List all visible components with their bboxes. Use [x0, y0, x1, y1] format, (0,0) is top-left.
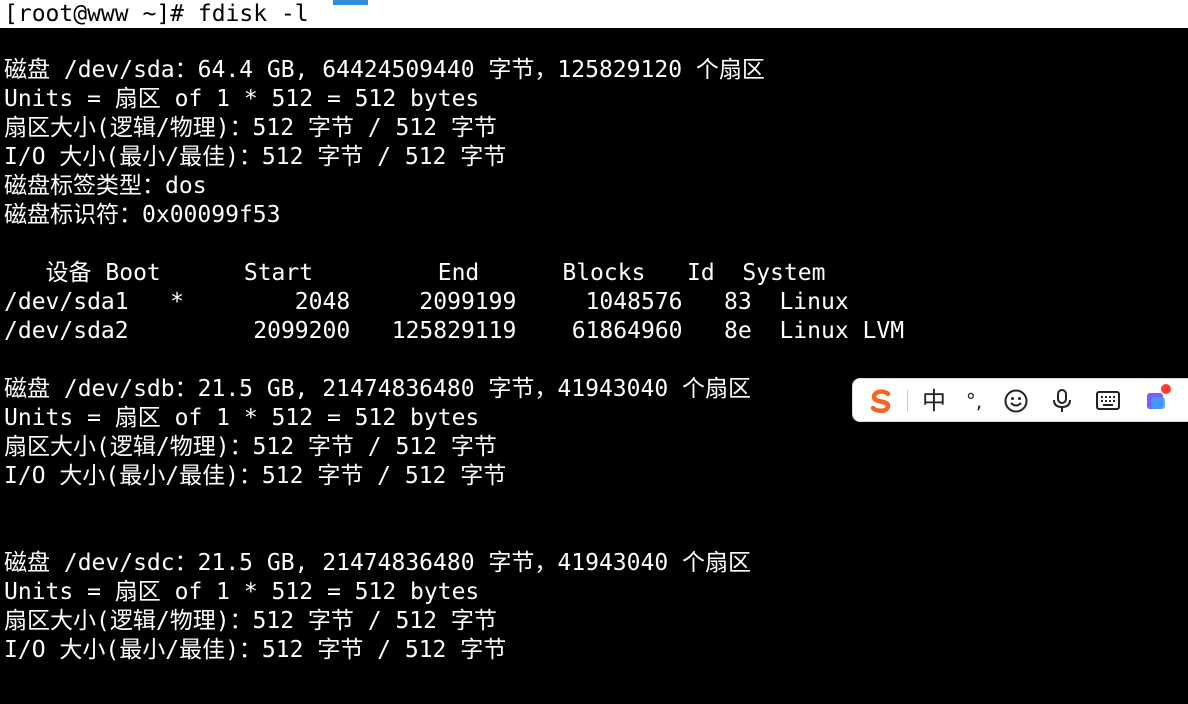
microphone-icon[interactable]: [1045, 379, 1079, 423]
selection-marker: [333, 0, 368, 5]
disk-sdc-units: Units = 扇区 of 1 * 512 = 512 bytes: [4, 579, 480, 605]
terminal-window[interactable]: [root@www ~]# fdisk -l 磁盘 /dev/sda：64.4 …: [0, 0, 1188, 704]
disk-sdc-io-size: I/O 大小(最小/最佳)：512 字节 / 512 字节: [4, 637, 507, 663]
partition-table-header: 设备 Boot Start End Blocks Id System: [4, 260, 826, 286]
disk-sda-label-type: 磁盘标签类型：dos: [4, 173, 207, 199]
disk-sdc-header: 磁盘 /dev/sdc：21.5 GB, 21474836480 字节，4194…: [4, 550, 752, 576]
disk-sda-header: 磁盘 /dev/sda：64.4 GB, 64424509440 字节，1258…: [4, 57, 765, 83]
punctuation-toggle[interactable]: °,: [957, 379, 991, 423]
disk-sda-sector-size: 扇区大小(逻辑/物理)：512 字节 / 512 字节: [4, 115, 497, 141]
prompt-text: [root@www ~]# fdisk -l: [4, 1, 309, 27]
keyboard-icon[interactable]: [1091, 379, 1125, 423]
toolbar-divider: [907, 390, 908, 412]
chinese-mode-toggle[interactable]: 中: [917, 379, 951, 423]
disk-sdc-sector-size: 扇区大小(逻辑/物理)：512 字节 / 512 字节: [4, 608, 497, 634]
disk-sdb-io-size: I/O 大小(最小/最佳)：512 字节 / 512 字节: [4, 463, 507, 489]
disk-sda-identifier: 磁盘标识符：0x00099f53: [4, 202, 281, 228]
disk-sda-io-size: I/O 大小(最小/最佳)：512 字节 / 512 字节: [4, 144, 507, 170]
partition-row-sda2: /dev/sda2 2099200 125829119 61864960 8e …: [4, 318, 905, 344]
command-prompt-line: [root@www ~]# fdisk -l: [0, 0, 1188, 28]
disk-sdb-header: 磁盘 /dev/sdb：21.5 GB, 21474836480 字节，4194…: [4, 376, 752, 402]
emoji-icon[interactable]: [999, 379, 1033, 423]
disk-sdb-sector-size: 扇区大小(逻辑/物理)：512 字节 / 512 字节: [4, 434, 497, 460]
disk-sdb-units: Units = 扇区 of 1 * 512 = 512 bytes: [4, 405, 480, 431]
sogou-logo-icon[interactable]: [861, 379, 901, 423]
ime-toolbar[interactable]: 中 °,: [852, 378, 1188, 422]
skin-icon[interactable]: [1137, 379, 1177, 423]
partition-row-sda1: /dev/sda1 * 2048 2099199 1048576 83 Linu…: [4, 289, 849, 315]
disk-sda-units: Units = 扇区 of 1 * 512 = 512 bytes: [4, 86, 480, 112]
